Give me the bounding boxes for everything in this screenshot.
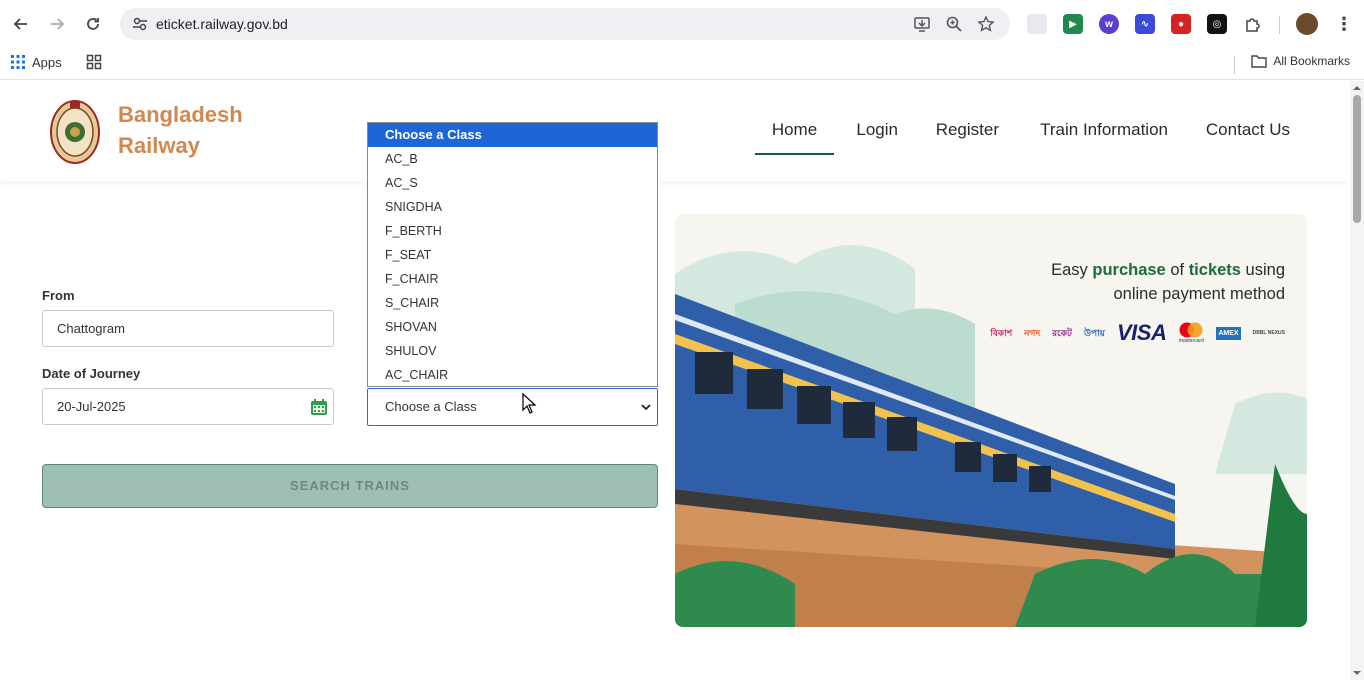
folder-icon xyxy=(1251,55,1268,68)
extension-camera-icon[interactable]: ◎ xyxy=(1207,14,1227,34)
bookmark-star-icon[interactable] xyxy=(976,14,996,34)
forward-icon[interactable] xyxy=(43,10,71,38)
scrollbar-thumb[interactable] xyxy=(1353,95,1361,223)
extension-record-icon[interactable]: ● xyxy=(1171,14,1191,34)
address-bar[interactable]: eticket.railway.gov.bd xyxy=(120,8,1010,40)
page-scrollbar[interactable] xyxy=(1350,81,1364,680)
brand-line-2: Railway xyxy=(118,133,200,158)
toolbar-separator xyxy=(1279,16,1280,34)
extension-wave-icon[interactable]: ∿ xyxy=(1135,14,1155,34)
scroll-up-icon[interactable] xyxy=(1350,83,1364,93)
extension-w-icon[interactable]: w xyxy=(1099,14,1119,34)
tab-groups-icon[interactable] xyxy=(86,54,102,70)
zoom-icon[interactable] xyxy=(944,14,964,34)
all-bookmarks-button[interactable]: All Bookmarks xyxy=(1251,54,1350,68)
page-content: Bangladesh Railway Home Login Register T… xyxy=(0,81,1350,680)
back-icon[interactable] xyxy=(7,10,35,38)
extension-video-icon[interactable]: ▶ xyxy=(1063,14,1083,34)
nav-home[interactable]: Home xyxy=(755,109,834,155)
nagad-logo: নগদ xyxy=(1024,327,1041,338)
scroll-down-icon[interactable] xyxy=(1350,668,1364,678)
banner-text-1: Easy xyxy=(1051,261,1093,279)
browser-menu-icon[interactable]: ⋮ xyxy=(1334,14,1354,34)
class-option-ac-chair[interactable]: AC_CHAIR xyxy=(368,363,657,387)
class-option-shulov[interactable]: SHULOV xyxy=(368,339,657,363)
date-of-journey-label: Date of Journey xyxy=(42,366,141,381)
all-bookmarks-label: All Bookmarks xyxy=(1273,54,1350,68)
nav-train-information[interactable]: Train Information xyxy=(1040,109,1168,155)
bkash-logo: বিকাশ xyxy=(990,327,1013,338)
date-of-journey-input[interactable]: 20-Jul-2025 xyxy=(42,388,334,425)
banner-text-2: of xyxy=(1165,261,1189,279)
class-option-snigdha[interactable]: SNIGDHA xyxy=(368,195,657,219)
class-option-f-berth[interactable]: F_BERTH xyxy=(368,219,657,243)
class-option-ac-s[interactable]: AC_S xyxy=(368,171,657,195)
nav-register[interactable]: Register xyxy=(936,109,999,155)
banner-headline: Easy purchase of tickets using online pa… xyxy=(965,258,1285,306)
upay-logo: উপায় xyxy=(1083,327,1105,338)
class-option-f-seat[interactable]: F_SEAT xyxy=(368,243,657,267)
banner-text-3: using xyxy=(1240,261,1285,279)
class-dropdown-list: Choose a Class AC_B AC_S SNIGDHA F_BERTH… xyxy=(367,122,658,387)
class-option-s-chair[interactable]: S_CHAIR xyxy=(368,291,657,315)
bookmarks-separator xyxy=(1234,56,1235,74)
amex-logo: AMEX xyxy=(1216,326,1241,340)
calendar-icon[interactable] xyxy=(310,398,328,416)
from-input[interactable]: Chattogram xyxy=(42,310,334,347)
search-trains-button[interactable]: SEARCH TRAINS xyxy=(42,464,658,508)
class-option-shovan[interactable]: SHOVAN xyxy=(368,315,657,339)
apps-grid-icon xyxy=(11,55,25,69)
bookmarks-bar: Apps All Bookmarks xyxy=(0,48,1364,80)
promo-banner: Easy purchase of tickets using online pa… xyxy=(675,214,1307,627)
visa-logo: VISA xyxy=(1116,320,1167,345)
dbbl-nexus-logo: DBBL NEXUS xyxy=(1252,330,1285,336)
date-value: 20-Jul-2025 xyxy=(57,399,126,414)
extension-puzzle-grid-icon[interactable] xyxy=(1027,14,1047,34)
class-option-choose[interactable]: Choose a Class xyxy=(368,123,657,147)
payment-methods: বিকাশ নগদ রকেট উপায় VISA mastercard AME… xyxy=(990,320,1285,345)
profile-avatar[interactable] xyxy=(1296,13,1318,35)
mastercard-logo: mastercard xyxy=(1178,322,1204,344)
brand-name[interactable]: Bangladesh Railway xyxy=(118,99,243,161)
reload-icon[interactable] xyxy=(79,10,107,38)
class-option-ac-b[interactable]: AC_B xyxy=(368,147,657,171)
from-label: From xyxy=(42,288,75,303)
apps-bookmark[interactable]: Apps xyxy=(10,54,102,70)
install-app-icon[interactable] xyxy=(912,14,932,34)
site-settings-icon[interactable] xyxy=(130,14,150,34)
chevron-down-icon xyxy=(641,404,651,411)
railway-logo[interactable] xyxy=(50,99,100,165)
rocket-logo: রকেট xyxy=(1052,327,1072,338)
browser-toolbar: eticket.railway.gov.bd ▶ w ∿ ● ◎ ⋮ xyxy=(0,0,1364,48)
banner-highlight-purchase: purchase xyxy=(1092,261,1166,279)
class-select-value: Choose a Class xyxy=(385,399,477,414)
brand-line-1: Bangladesh xyxy=(118,102,243,127)
mouse-cursor-icon xyxy=(522,393,537,414)
extensions-puzzle-icon[interactable] xyxy=(1243,14,1263,34)
class-option-f-chair[interactable]: F_CHAIR xyxy=(368,267,657,291)
url-text[interactable]: eticket.railway.gov.bd xyxy=(156,16,288,32)
site-header: Bangladesh Railway Home Login Register T… xyxy=(0,81,1350,181)
apps-label: Apps xyxy=(32,54,62,70)
nav-login[interactable]: Login xyxy=(856,109,898,155)
class-select[interactable]: Choose a Class xyxy=(367,388,658,426)
banner-text-line-2: online payment method xyxy=(1113,285,1285,303)
nav-contact-us[interactable]: Contact Us xyxy=(1206,109,1290,155)
banner-highlight-tickets: tickets xyxy=(1188,261,1241,279)
mastercard-label: mastercard xyxy=(1178,338,1204,344)
